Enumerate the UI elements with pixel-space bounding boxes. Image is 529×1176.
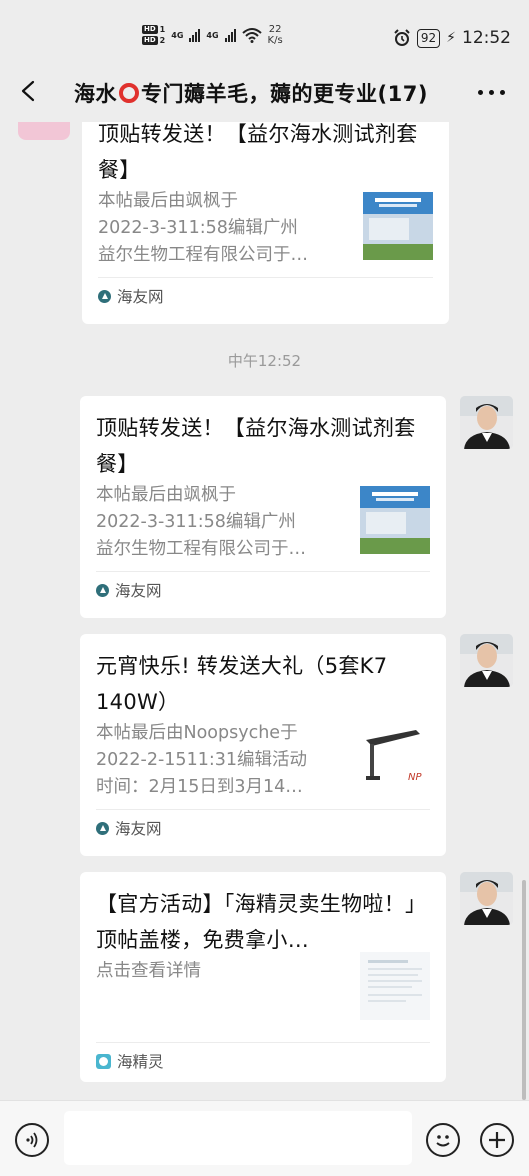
link-card[interactable]: 元宵快乐! 转发送大礼（5套K7 140W） 本帖最后由Noopsyche于 2… — [80, 634, 446, 856]
input-bar — [0, 1100, 529, 1176]
timestamp: 中午12:52 — [227, 352, 302, 370]
voice-button[interactable] — [15, 1123, 49, 1157]
alarm-icon — [394, 29, 410, 46]
network-label-1: 4G — [171, 30, 184, 40]
card-source-label: 海友网 — [115, 820, 162, 838]
chat-title-suffix: 专门薅羊毛，薅的更专业(17) — [141, 82, 428, 106]
link-card[interactable]: 顶贴转发送！【益尔海水测试剂套餐】 本帖最后由飒枫于 2022-3-311:58… — [80, 396, 446, 618]
card-desc-line: 2022-2-1511:31编辑活动 — [96, 750, 307, 770]
hd-label: HD — [142, 25, 158, 34]
title-fade — [438, 74, 478, 110]
card-thumbnail — [363, 192, 433, 260]
card-source-label: 海友网 — [115, 582, 162, 600]
avatar[interactable] — [460, 872, 513, 925]
card-title: 【官方活动】「海精灵卖生物啦！」顶帖盖楼，免费拿小… — [96, 886, 430, 958]
battery-icon: 92 — [416, 28, 441, 48]
red-circle-icon — [119, 83, 139, 103]
card-desc-line: 时间：2月15日到3月14… — [96, 777, 303, 797]
network-label-2: 4G — [206, 30, 219, 40]
status-bar: HD 1 HD 2 4G 4G 22 K/s 92 ⚡ 12:52 — [0, 0, 529, 56]
link-card[interactable]: 【官方活动】「海精灵卖生物啦！」顶帖盖楼，免费拿小… 点击查看详情 海精灵 — [80, 872, 446, 1082]
emoji-icon — [436, 1135, 450, 1147]
voice-icon — [26, 1132, 38, 1148]
chat-title-prefix: 海水 — [74, 82, 117, 106]
hd-indicators: HD 1 HD 2 — [142, 25, 165, 45]
card-desc-line: 本帖最后由飒枫于 — [98, 191, 238, 211]
card-source: 海友网 — [96, 810, 430, 846]
chat-area[interactable]: 顶贴转发送！【益尔海水测试剂套餐】 本帖最后由飒枫于 2022-3-311:58… — [0, 122, 529, 1097]
card-desc-line: 本帖最后由飒枫于 — [96, 485, 236, 505]
card-source-label: 海友网 — [117, 288, 164, 306]
status-left: HD 1 HD 2 4G 4G 22 K/s — [142, 24, 283, 46]
card-source: 海友网 — [96, 572, 430, 608]
charging-icon: ⚡ — [446, 30, 456, 46]
card-body: 本帖最后由飒枫于 2022-3-311:58编辑广州 益尔生物工程有限公司于… — [98, 188, 433, 269]
status-right: 92 ⚡ 12:52 — [393, 28, 511, 48]
chat-title: 海水 专门薅羊毛，薅的更专业(17) — [74, 78, 428, 108]
emoji-button[interactable] — [426, 1123, 460, 1157]
card-thumbnail: NP — [360, 724, 430, 792]
speed-value: 22 — [268, 24, 282, 35]
hd-indicator-2: HD 2 — [142, 36, 165, 45]
link-card[interactable]: 顶贴转发送！【益尔海水测试剂套餐】 本帖最后由飒枫于 2022-3-311:58… — [18, 122, 449, 324]
signal-icon — [224, 28, 236, 42]
card-title: 顶贴转发送！【益尔海水测试剂套餐】 — [98, 122, 418, 182]
card-source: 海精灵 — [96, 1043, 430, 1079]
avatar[interactable] — [18, 122, 70, 140]
hd-sub: 2 — [159, 36, 166, 45]
scrollbar[interactable] — [522, 880, 526, 1100]
avatar[interactable] — [460, 634, 513, 687]
wifi-icon — [241, 28, 262, 43]
hd-indicator-1: HD 1 — [142, 25, 165, 34]
hd-label: HD — [142, 36, 158, 45]
avatar[interactable] — [460, 396, 513, 449]
card-body: 点击查看详情 — [96, 952, 430, 1040]
card-body: 本帖最后由飒枫于 2022-3-311:58编辑广州 益尔生物工程有限公司于… — [96, 482, 430, 563]
plus-button[interactable] — [480, 1123, 514, 1157]
speed-unit: K/s — [267, 35, 283, 46]
chat-header: 海水 专门薅羊毛，薅的更专业(17) — [0, 62, 529, 122]
card-desc-line: 2022-3-311:58编辑广州 — [96, 512, 296, 532]
card-source-label: 海精灵 — [117, 1053, 164, 1071]
card-source: 海友网 — [98, 278, 433, 314]
card-desc-line: 益尔生物工程有限公司于… — [96, 539, 306, 559]
hd-sub: 1 — [159, 25, 166, 34]
more-icon[interactable] — [478, 90, 505, 95]
card-desc-line: 2022-3-311:58编辑广州 — [98, 218, 298, 238]
source-logo-icon — [96, 1053, 111, 1069]
card-title: 顶贴转发送！【益尔海水测试剂套餐】 — [96, 416, 416, 476]
card-thumbnail — [360, 952, 430, 1020]
card-desc-line: 本帖最后由Noopsyche于 — [96, 723, 298, 743]
card-title: 元宵快乐! 转发送大礼（5套K7 140W） — [96, 654, 388, 714]
back-arrow-icon[interactable] — [18, 80, 40, 102]
source-logo-icon — [96, 583, 109, 597]
card-thumbnail — [360, 486, 430, 554]
plus-icon — [489, 1132, 505, 1148]
network-speed: 22 K/s — [268, 24, 283, 46]
card-desc-line: 益尔生物工程有限公司于… — [98, 245, 308, 265]
source-logo-icon — [98, 289, 111, 303]
svg-text:NP: NP — [408, 772, 422, 783]
card-desc-line: 点击查看详情 — [96, 961, 201, 981]
signal-icon — [189, 28, 201, 42]
message-input[interactable] — [64, 1111, 412, 1165]
card-title-text: 【官方活动】「海精灵卖生物啦！」顶帖盖楼，免费拿小… — [96, 892, 427, 952]
card-body: 本帖最后由Noopsyche于 2022-2-1511:31编辑活动 时间：2月… — [96, 720, 430, 801]
source-logo-icon — [96, 821, 109, 835]
status-time: 12:52 — [462, 28, 511, 48]
